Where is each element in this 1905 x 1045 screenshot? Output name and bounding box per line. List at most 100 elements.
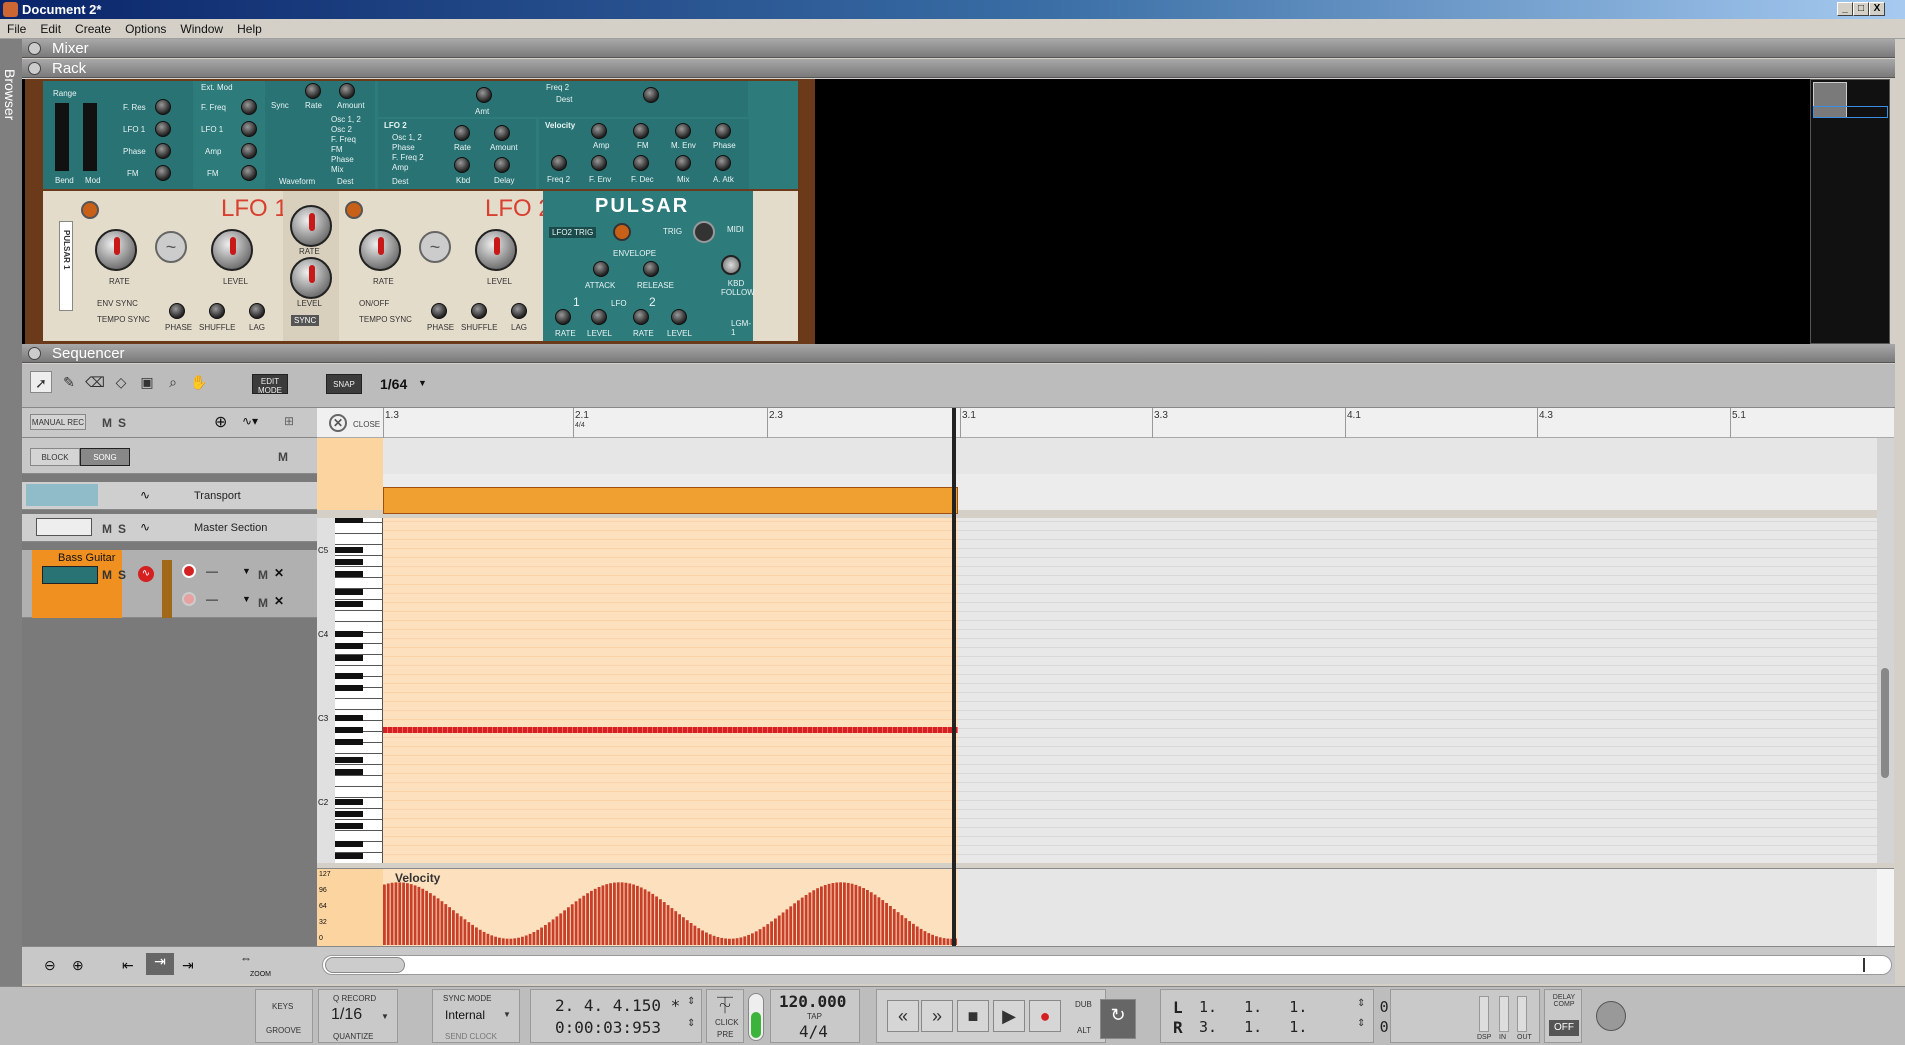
mixer-collapse-button[interactable] [28,42,41,55]
song-button[interactable]: SONG [80,448,130,466]
velocity-bar[interactable] [689,923,693,945]
track-master-section[interactable]: M S ∿ Master Section [22,514,317,542]
velocity-bar[interactable] [659,899,662,945]
velocity-bar[interactable] [421,888,425,945]
magnify-tool-icon[interactable]: ⌕ [162,371,184,393]
velocity-bar[interactable] [639,887,643,945]
velocity-bar[interactable] [904,918,908,945]
vel-freq2-knob[interactable] [551,155,567,171]
snap-chevron-down-icon[interactable]: ▼ [418,378,427,388]
sync-chevron-down-icon[interactable]: ▼ [503,1010,511,1019]
velocity-bar[interactable] [528,933,532,945]
lfo1-power-button[interactable] [81,201,99,219]
right-locator-stepper-icon[interactable]: ⇕ [1357,1018,1365,1029]
bass-automation-icon[interactable]: ∿ [138,566,154,582]
alt-button[interactable]: ALT [1077,1026,1091,1035]
transport-automation-icon[interactable]: ∿ [140,488,150,502]
lane2-mute-button[interactable]: M [258,596,268,610]
rewind-button[interactable]: « [887,1000,919,1032]
fm-knob[interactable] [155,165,171,181]
zoom-out-icon[interactable]: ⊖ [44,957,56,974]
time-stepper-icon[interactable]: ⇕ [687,1018,695,1029]
lane1-delete-icon[interactable]: ✕ [274,566,284,580]
lfo2-dest-osc12[interactable]: Osc 1, 2 [392,133,422,142]
lfo1-waveform-selector[interactable]: ~ [155,231,187,263]
lfo2-kbd-knob[interactable] [454,157,470,173]
velocity-bar[interactable] [873,894,877,945]
velocity-bar[interactable] [889,905,892,945]
select-tool-icon[interactable]: ➚ [30,371,52,393]
global-solo-button[interactable]: S [118,416,126,430]
velocity-bar[interactable] [406,883,409,945]
velocity-bar[interactable] [800,897,804,945]
velocity-bar[interactable] [616,882,620,945]
velocity-bar[interactable] [551,919,555,945]
ffreq-knob[interactable] [241,99,257,115]
velocity-bar[interactable] [793,903,796,945]
velocity-bar[interactable] [666,905,670,945]
rate-knob[interactable] [305,83,321,99]
velocity-bar[interactable] [662,902,666,945]
track-transport[interactable]: ∿ Transport [22,482,317,510]
master-mute-button[interactable]: M [102,522,112,536]
velocity-bar[interactable] [701,930,704,945]
piano-keyboard[interactable] [335,518,383,863]
velocity-bar[interactable] [586,893,589,945]
attack-knob[interactable] [593,261,609,277]
lfo1-lag-knob[interactable] [249,303,265,319]
velocity-bar[interactable] [647,891,651,946]
velocity-bar[interactable] [486,933,490,945]
zoom-fit-icon[interactable]: ⇔ [240,951,252,965]
menu-window[interactable]: Window [173,19,230,36]
manual-rec-button[interactable]: MANUAL REC [30,414,86,430]
song-position[interactable]: 2. 4. 4.150 * [555,996,680,1015]
velocity-bar[interactable] [774,918,777,946]
velocity-bar[interactable] [597,886,601,945]
note-row-c3[interactable] [383,727,958,733]
mod-wheel[interactable] [83,103,97,171]
velocity-bar[interactable] [785,909,789,945]
velocity-bar[interactable] [781,912,785,945]
velocity-bar[interactable] [498,937,501,945]
song-lane[interactable] [383,438,1877,474]
click-label[interactable]: CLICK [715,1018,739,1027]
velocity-bar[interactable] [440,901,444,945]
velocity-bar[interactable] [544,924,547,945]
velocity-bar[interactable] [609,883,612,945]
quantize-value-dropdown[interactable]: 1/16 [331,1006,362,1024]
mute-tool-icon[interactable]: ▣ [136,371,158,393]
fm2-knob[interactable] [241,165,257,181]
snap-value-dropdown[interactable]: 1/64 [380,376,407,392]
velocity-bar[interactable] [919,928,923,945]
edit-mode-button[interactable]: EDIT MODE [252,374,288,395]
minimap-viewport[interactable] [1813,106,1888,118]
velocity-bar[interactable] [582,895,586,945]
horizontal-scrollbar[interactable] [322,955,1892,975]
dest-mix[interactable]: Mix [331,165,343,174]
sync-mode-dropdown[interactable]: Internal [445,1008,485,1022]
velocity-bar[interactable] [808,892,812,945]
velocity-bar[interactable] [559,913,563,945]
route-rate1-knob[interactable] [555,309,571,325]
velocity-bar[interactable] [593,888,597,945]
velocity-bar[interactable] [417,886,421,945]
track-options-icon[interactable]: ⊞ [284,414,294,428]
dest-osc12[interactable]: Osc 1, 2 [331,115,361,124]
velocity-bar[interactable] [386,883,390,945]
velocity-bar[interactable] [728,938,731,945]
velocity-bar[interactable] [708,934,712,945]
send-clock-label[interactable]: SEND CLOCK [445,1032,497,1041]
velocity-bar[interactable] [777,915,781,945]
velocity-bar[interactable] [896,912,900,945]
vel-mix-knob[interactable] [675,155,691,171]
velocity-bar[interactable] [547,922,551,945]
velocity-bar[interactable] [601,885,605,945]
dest-osc2[interactable]: Osc 2 [331,125,352,134]
velocity-bar[interactable] [509,938,513,945]
velocity-bar[interactable] [942,938,946,945]
dest-ffreq[interactable]: F. Freq [331,135,356,144]
loop-toggle-button[interactable]: ↻ [1100,999,1136,1039]
velocity-bar[interactable] [524,935,528,945]
velocity-bar[interactable] [739,937,743,945]
zoom-in-icon[interactable]: ⊕ [72,957,84,974]
